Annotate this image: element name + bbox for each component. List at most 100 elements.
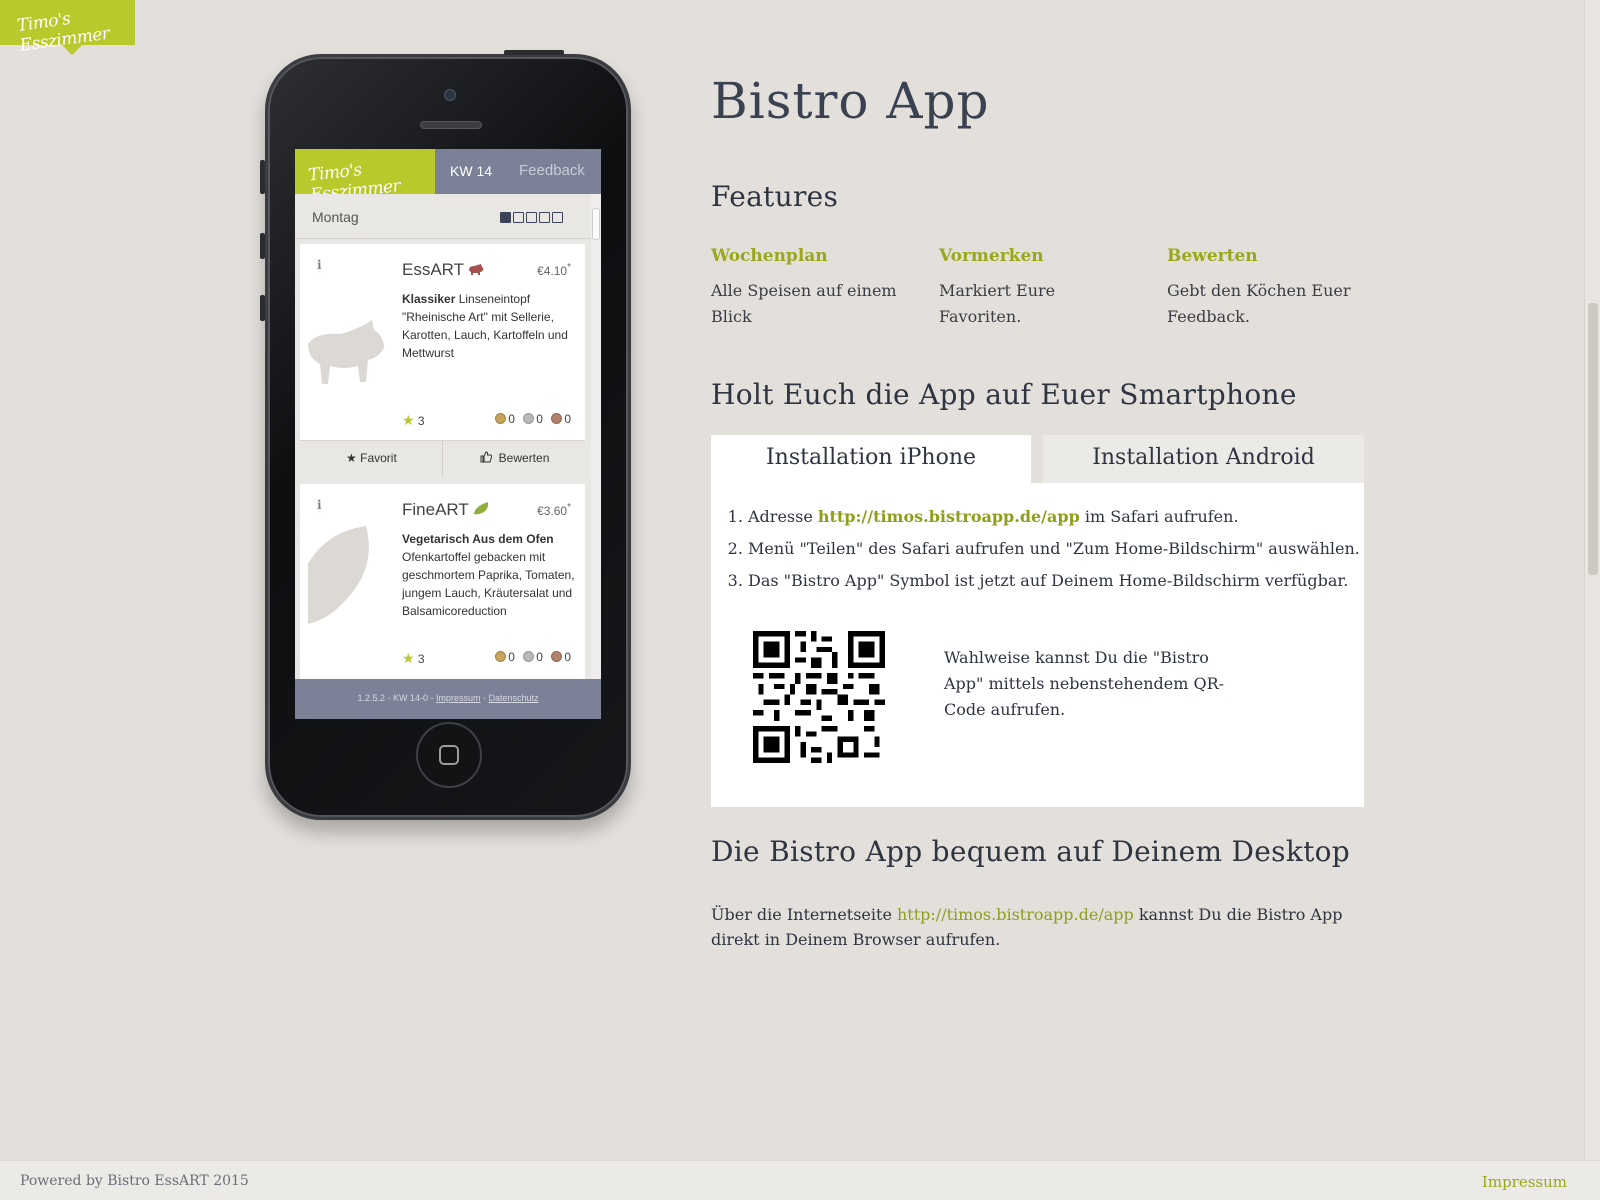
page-title: Bistro App [711,72,990,130]
app-navbar: Timo's Esszimmer KW 14 Feedback [295,149,601,205]
install-steps: Adresse http://timos.bistroapp.de/app im… [748,501,1360,597]
silver-coin-icon [523,413,535,424]
rating-count: 3 [417,414,425,428]
gold-count: 0 [508,412,515,426]
feature-title: Bewerten [1167,246,1258,266]
favorite-button[interactable]: ★ Favorit [346,451,397,465]
app-logo[interactable]: Timo's Esszimmer [295,149,435,205]
info-icon[interactable]: i [317,258,322,272]
app-scrollbar[interactable] [591,194,601,679]
phone-mute-switch [260,160,265,194]
qr-code [753,631,885,763]
app-footer-separator: - [480,693,489,703]
bronze-count: 0 [564,412,571,426]
dish-coins: 0 0 0 [490,412,571,426]
desktop-heading: Die Bistro App bequem auf Deinem Desktop [711,835,1351,868]
app-feedback-link[interactable]: Feedback [519,162,585,179]
dish-name-text: EssART [402,260,464,279]
step-text: im Safari aufrufen. [1079,507,1239,526]
pager-dot[interactable] [552,212,563,223]
app-url-link[interactable]: http://timos.bistroapp.de/app [818,507,1080,526]
pager-dot[interactable] [513,212,524,223]
app-week-label[interactable]: KW 14 [450,163,492,179]
dish-name: EssART [402,260,484,280]
app-version: 1.2.5.2 - KW 14-0 - [357,693,436,703]
dish-price-text: €4.10 [537,264,568,278]
leaf-icon [308,526,369,624]
silver-count: 0 [536,650,543,664]
pager-dot[interactable] [500,212,511,223]
rating-count: 3 [417,652,425,666]
dish-rating: ★ 3 [402,650,425,667]
phone-camera [444,89,456,101]
app-day-pager[interactable] [500,210,565,228]
page-scrollbar-thumb[interactable] [1588,303,1598,575]
app-datenschutz-link[interactable]: Datenschutz [489,693,539,703]
phone-power-button [504,50,564,55]
dish-price: €3.60* [537,502,571,518]
app-impressum-link[interactable]: Impressum [436,693,481,703]
install-step: Adresse http://timos.bistroapp.de/app im… [748,501,1360,533]
dish-description: Vegetarisch Aus dem Ofen Ofenkartoffel ge… [402,530,577,620]
pager-dot[interactable] [526,212,537,223]
step-text: Adresse [748,507,818,526]
phone-mockup: Timo's Esszimmer KW 14 Feedback Montag i… [260,50,631,820]
footer-impressum-link[interactable]: Impressum [1482,1173,1567,1191]
dish-description: Klassiker Linseneintopf "Rheinische Art"… [402,290,577,362]
desktop-app-link[interactable]: http://timos.bistroapp.de/app [897,905,1134,924]
smartphone-heading: Holt Euch die App auf Euer Smartphone [711,378,1297,411]
pig-icon [308,320,384,384]
desktop-text: Über die Internetseite [711,905,897,924]
app-footer: 1.2.5.2 - KW 14-0 - Impressum - Datensch… [295,679,601,719]
app-screen: Timo's Esszimmer KW 14 Feedback Montag i… [295,149,601,719]
phone-volume-up [260,233,265,259]
rate-label: Bewerten [498,451,550,465]
desktop-description: Über die Internetseite http://timos.bist… [711,902,1371,952]
action-divider [442,441,443,477]
feature-wochenplan: Wochenplan Alle Speisen auf einem Blick [711,246,911,330]
pager-dot[interactable] [539,212,550,223]
menu-card-fineart: i FineART €3.60* Vegetarisch Aus dem Ofe… [300,484,585,684]
gold-coin-icon [495,413,507,424]
page-scrollbar[interactable] [1584,0,1600,1160]
tab-installation-android[interactable]: Installation Android [1043,435,1364,483]
app-day-bar: Montag [295,194,591,239]
feature-title: Wochenplan [711,246,828,266]
dish-description-text: Ofenkartoffel gebacken mit geschmortem P… [402,550,575,618]
dish-rating: ★ 3 [402,412,425,429]
install-tabs: Installation iPhone Installation Android [711,435,1364,483]
dish-name: FineART [402,500,489,520]
dish-price: €4.10* [537,262,571,278]
feature-title: Vormerken [939,246,1044,266]
brand-logo[interactable]: Timo's Esszimmer [0,0,135,56]
dish-coins: 0 0 0 [490,650,571,664]
powered-by-text: Powered by Bistro EssART 2015 [20,1173,249,1189]
silver-coin-icon [523,651,535,662]
feature-bewerten: Bewerten Gebt den Köchen Euer Feedback. [1167,246,1367,330]
install-step: Menü "Teilen" des Safari aufrufen und "Z… [748,533,1360,565]
app-scrollbar-thumb[interactable] [592,208,600,240]
phone-volume-down [260,295,265,321]
favorite-label: Favorit [360,451,397,465]
phone-home-button [416,722,482,788]
card-actions: ★ Favorit Bewerten [300,440,585,477]
gold-count: 0 [508,650,515,664]
gold-coin-icon [495,651,507,662]
tab-installation-iphone[interactable]: Installation iPhone [711,435,1031,483]
bronze-count: 0 [564,650,571,664]
info-icon[interactable]: i [317,498,322,512]
app-day-label: Montag [312,209,359,225]
star-icon: ★ [346,451,357,465]
brand-logo-text: Timo's Esszimmer [15,8,111,56]
dish-price-text: €3.60 [537,504,568,518]
install-step: Das "Bistro App" Symbol ist jetzt auf De… [748,565,1360,597]
feature-text: Markiert Eure Favoriten. [939,281,1056,326]
silver-count: 0 [536,412,543,426]
price-footnote-mark: * [567,502,571,513]
price-footnote-mark: * [567,262,571,273]
star-icon: ★ [402,650,415,666]
dish-category: Vegetarisch Aus dem Ofen [402,532,554,546]
rate-button[interactable]: Bewerten [480,451,549,465]
feature-text: Alle Speisen auf einem Blick [711,281,897,326]
home-square-icon [439,745,459,765]
